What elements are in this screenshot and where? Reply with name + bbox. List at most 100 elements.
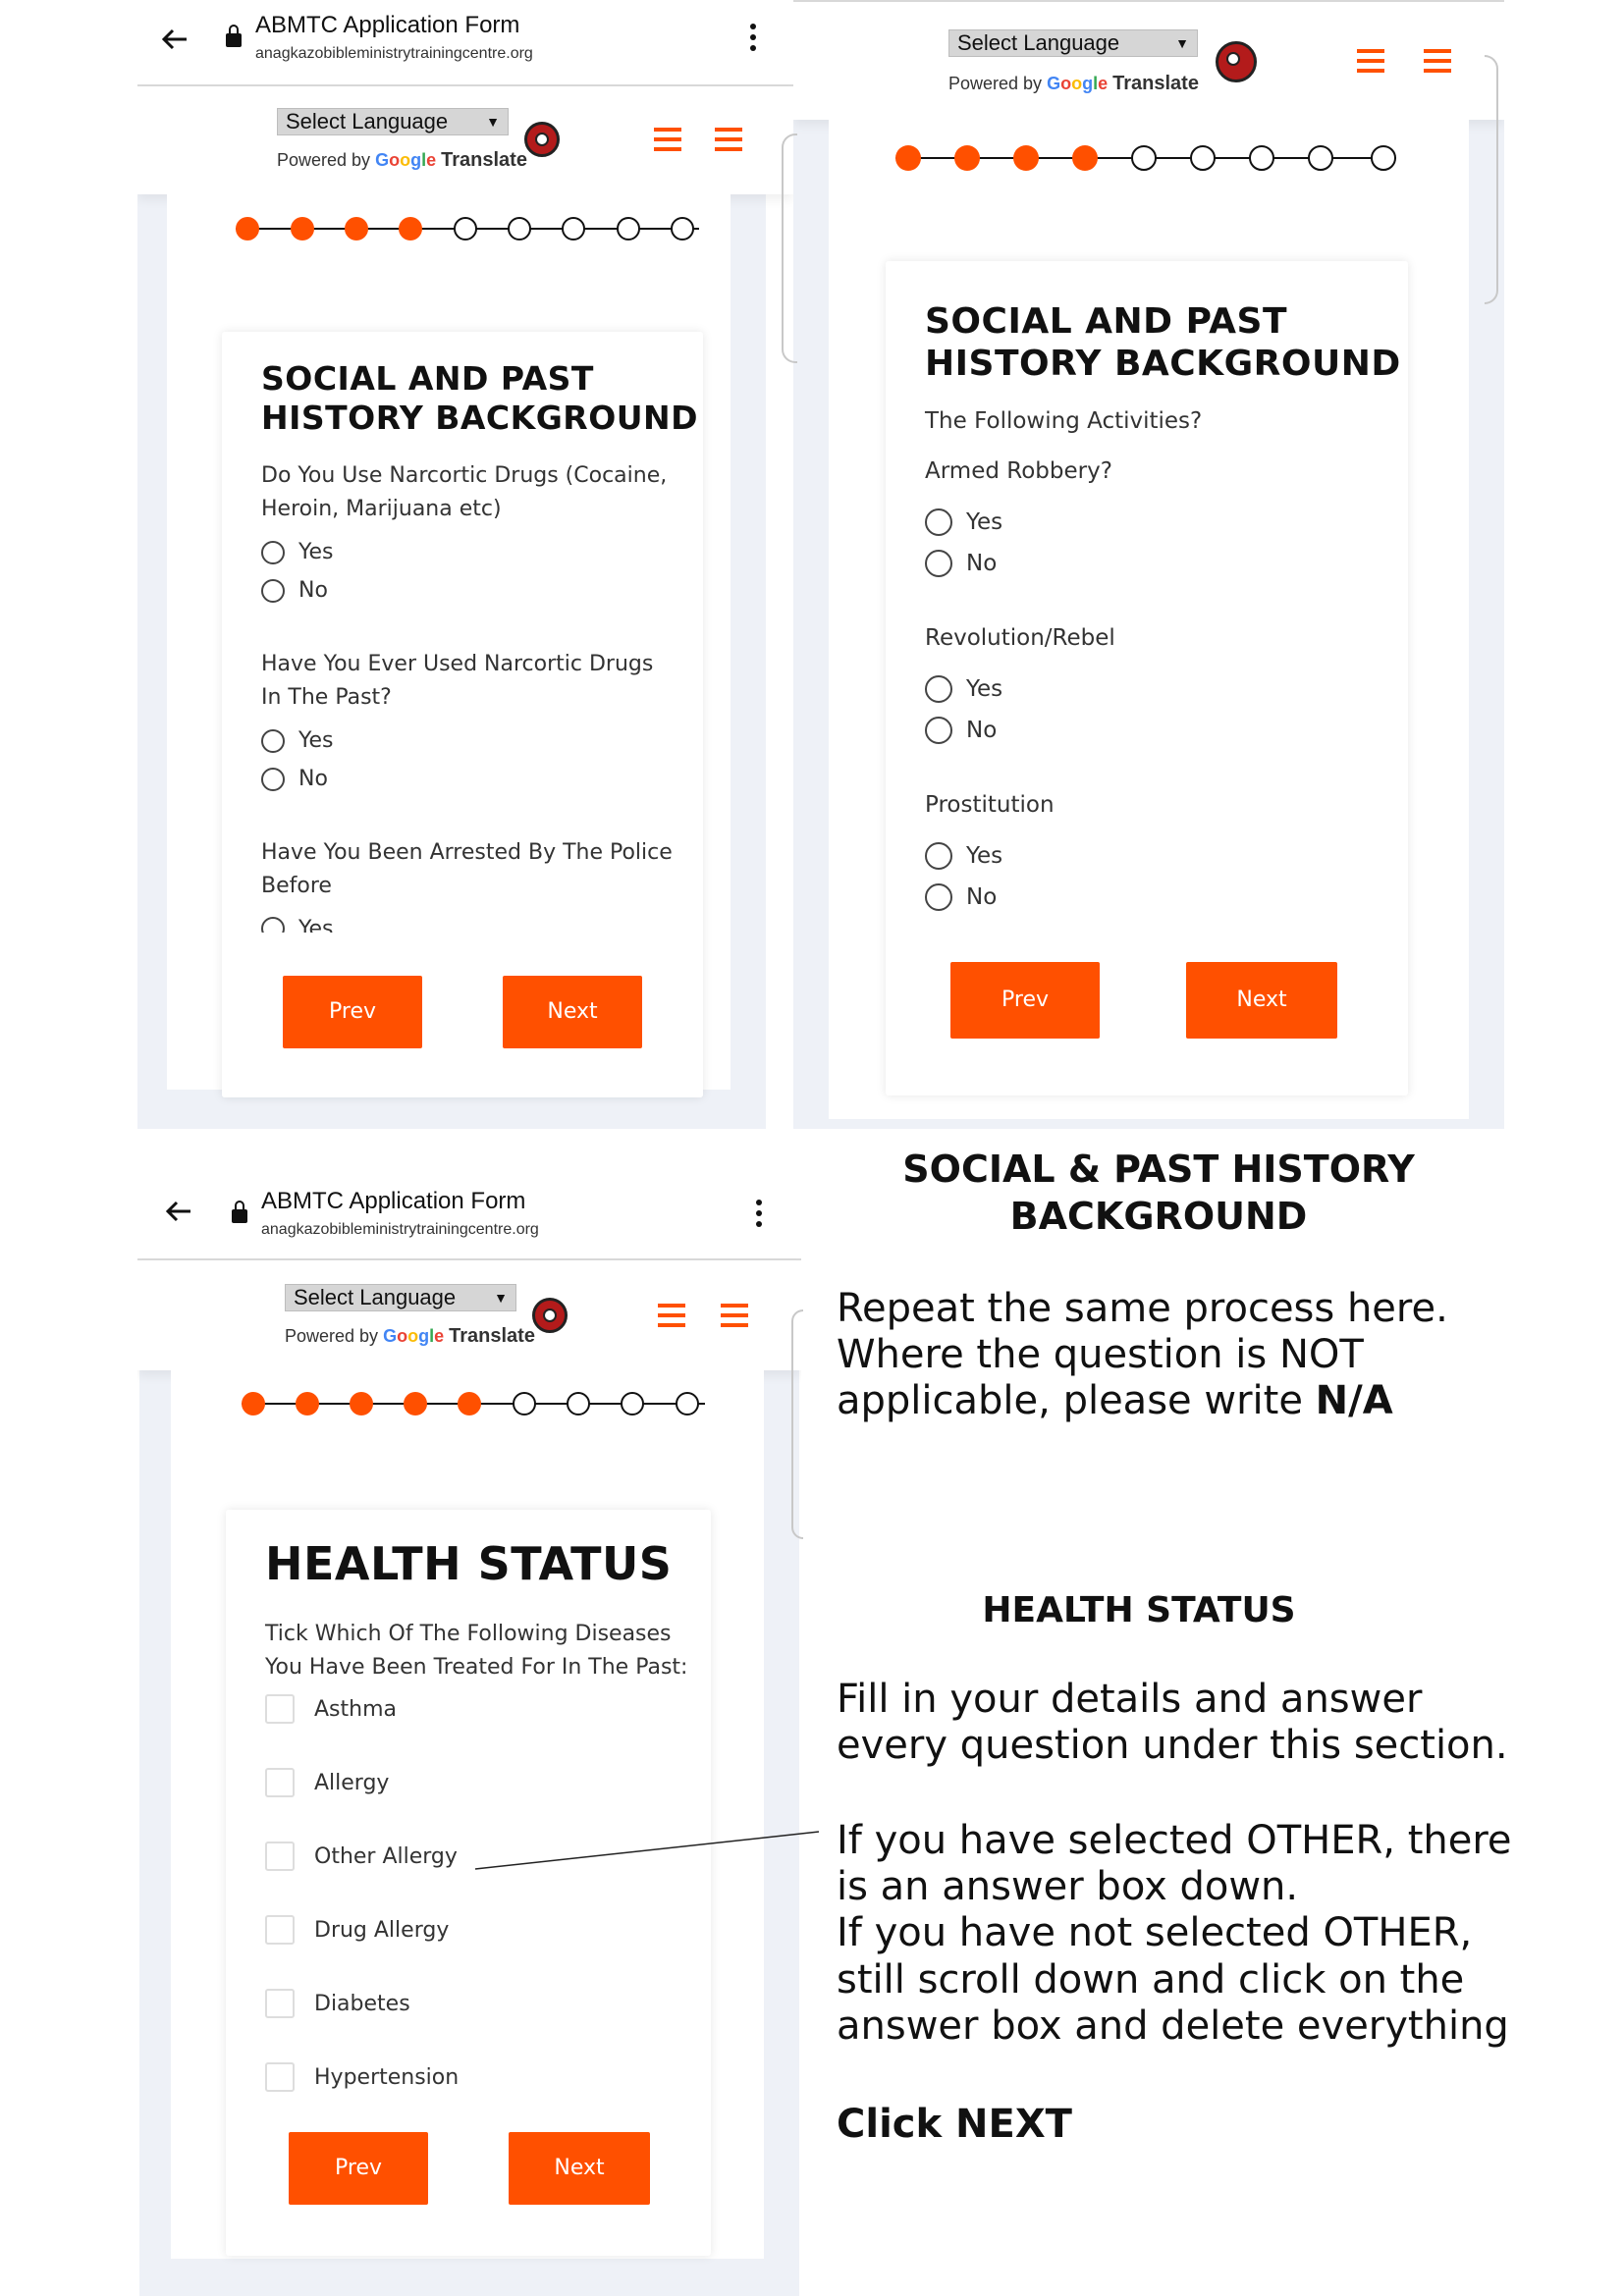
hamburger-menu-icon[interactable] xyxy=(658,1304,685,1333)
progress-stepper xyxy=(895,145,1396,171)
progress-step xyxy=(676,1392,699,1415)
checkbox-option-drug-allergy[interactable]: Drug Allergy xyxy=(265,1915,449,1945)
radio-option-yes[interactable]: Yes xyxy=(925,675,1002,703)
progress-step xyxy=(350,1392,373,1415)
radio-button[interactable] xyxy=(925,550,952,577)
radio-option-yes[interactable]: Yes xyxy=(261,540,334,564)
checkbox[interactable] xyxy=(265,2062,295,2092)
checkbox[interactable] xyxy=(265,1842,295,1871)
radio-button[interactable] xyxy=(925,883,952,911)
progress-step xyxy=(513,1392,536,1415)
url-host: anagkazobibleministrytrainingcentre.org xyxy=(255,45,533,62)
progress-step xyxy=(954,145,980,171)
progress-step xyxy=(1013,145,1039,171)
progress-step xyxy=(399,217,422,240)
progress-step xyxy=(617,217,640,240)
other-instructions: If you have selected OTHER, there is an … xyxy=(837,1818,1512,2049)
radio-button[interactable] xyxy=(261,540,285,564)
hamburger-menu-icon-2[interactable] xyxy=(721,1304,748,1333)
more-menu-icon[interactable] xyxy=(756,1200,762,1232)
browser-bar: ABMTC Application Form anagkazobiblemini… xyxy=(137,1174,801,1260)
progress-step xyxy=(671,217,694,240)
prev-button[interactable]: Prev xyxy=(950,962,1100,1039)
progress-stepper xyxy=(236,217,699,240)
social-instructions: Repeat the same process here. Where the … xyxy=(837,1286,1448,1424)
checkbox[interactable] xyxy=(265,1694,295,1724)
radio-option-yes[interactable]: Yes xyxy=(261,728,334,753)
checkbox[interactable] xyxy=(265,1768,295,1797)
form-card: SOCIAL AND PAST HISTORY BACKGROUND Do You… xyxy=(222,332,703,1097)
checkbox-option-hypertension[interactable]: Hypertension xyxy=(265,2062,459,2092)
radio-option-no[interactable]: No xyxy=(925,717,997,744)
checkbox-option-diabetes[interactable]: Diabetes xyxy=(265,1989,410,2018)
section-title: SOCIAL AND PAST HISTORY BACKGROUND xyxy=(925,301,1401,385)
language-select-label: Select Language xyxy=(294,1285,457,1309)
progress-step xyxy=(404,1392,427,1415)
language-select[interactable]: Select Language ▼ xyxy=(948,29,1198,57)
radio-button[interactable] xyxy=(261,728,285,753)
next-button[interactable]: Next xyxy=(1186,962,1337,1039)
next-button[interactable]: Next xyxy=(503,976,642,1048)
radio-button[interactable] xyxy=(925,675,952,703)
hamburger-menu-icon-2[interactable] xyxy=(715,128,742,157)
back-arrow-icon[interactable] xyxy=(159,24,190,55)
radio-option-yes[interactable]: Yes xyxy=(925,508,1002,536)
radio-button[interactable] xyxy=(261,767,285,791)
question-arrested: Have You Been Arrested By The Police Bef… xyxy=(261,840,673,899)
language-select[interactable]: Select Language ▼ xyxy=(277,108,509,135)
next-button[interactable]: Next xyxy=(509,2132,650,2205)
radio-button[interactable] xyxy=(925,717,952,744)
progress-step xyxy=(1072,145,1098,171)
checkbox[interactable] xyxy=(265,1915,295,1945)
scroll-edge-decoration xyxy=(1485,55,1498,304)
progress-step xyxy=(1131,145,1157,171)
radio-button[interactable] xyxy=(925,508,952,536)
checkbox-option-asthma[interactable]: Asthma xyxy=(265,1694,397,1724)
radio-button[interactable] xyxy=(261,917,285,933)
checkbox[interactable] xyxy=(265,1989,295,2018)
more-menu-icon[interactable] xyxy=(750,24,756,56)
section-title: SOCIAL AND PAST HISTORY BACKGROUND xyxy=(261,359,699,437)
progress-step xyxy=(242,1392,265,1415)
question-armed-robbery: Armed Robbery? xyxy=(925,458,1112,484)
hamburger-menu-icon-2[interactable] xyxy=(1424,49,1451,79)
radio-option-no[interactable]: No xyxy=(925,550,997,577)
radio-button[interactable] xyxy=(925,842,952,870)
checkbox-option-other-allergy[interactable]: Other Allergy xyxy=(265,1842,458,1871)
scroll-edge-decoration xyxy=(791,1309,803,1539)
hamburger-menu-icon[interactable] xyxy=(1357,49,1384,79)
site-logo xyxy=(1216,41,1257,82)
powered-by: Powered by Google Translate xyxy=(277,149,527,171)
back-arrow-icon[interactable] xyxy=(163,1196,194,1227)
health-section-heading: HEALTH STATUS xyxy=(982,1590,1296,1630)
radio-option-yes[interactable]: Yes xyxy=(925,842,1002,870)
radio-option-no[interactable]: No xyxy=(925,883,997,911)
hamburger-menu-icon[interactable] xyxy=(654,128,681,157)
progress-step xyxy=(508,217,531,240)
page-title: ABMTC Application Form xyxy=(261,1188,526,1214)
lock-icon xyxy=(226,25,242,47)
checkbox-option-allergy[interactable]: Allergy xyxy=(265,1768,389,1797)
radio-option-yes[interactable]: Yes xyxy=(261,917,334,933)
progress-step xyxy=(454,217,477,240)
radio-option-no[interactable]: No xyxy=(261,578,328,603)
screenshot-health: ABMTC Application Form anagkazobiblemini… xyxy=(137,1174,801,2296)
prev-button[interactable]: Prev xyxy=(283,976,422,1048)
radio-button[interactable] xyxy=(261,578,285,603)
language-select[interactable]: Select Language ▼ xyxy=(285,1284,516,1311)
radio-option-no[interactable]: No xyxy=(261,767,328,791)
question-subtitle: The Following Activities? xyxy=(925,408,1203,434)
translate-bar: Select Language ▼ Powered by Google Trans… xyxy=(137,1260,801,1370)
language-select-label: Select Language xyxy=(286,109,449,133)
question-past-drugs: Have You Ever Used Narcortic Drugs In Th… xyxy=(261,652,654,711)
dropdown-arrow-icon: ▼ xyxy=(494,1290,508,1306)
powered-by: Powered by Google Translate xyxy=(948,73,1199,94)
progress-step xyxy=(621,1392,644,1415)
section-title: HEALTH STATUS xyxy=(265,1537,673,1590)
dropdown-arrow-icon: ▼ xyxy=(486,114,500,130)
prev-button[interactable]: Prev xyxy=(289,2132,428,2205)
powered-by: Powered by Google Translate xyxy=(285,1325,535,1347)
scroll-edge-decoration xyxy=(782,133,797,363)
progress-step xyxy=(296,1392,319,1415)
url-host: anagkazobibleministrytrainingcentre.org xyxy=(261,1221,539,1238)
